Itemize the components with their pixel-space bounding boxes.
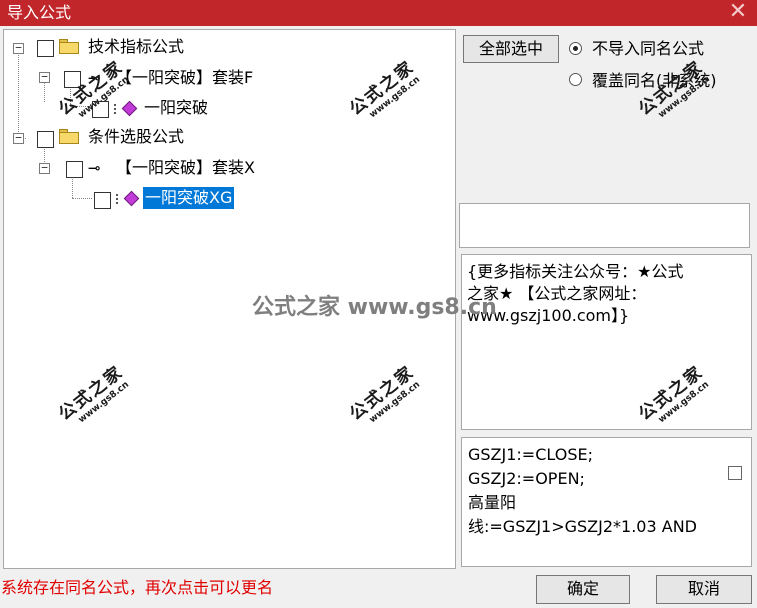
tree-node-label: 技术指标公式 xyxy=(88,37,185,56)
code-line: GSZJ2:=OPEN; xyxy=(468,469,585,488)
collapse-icon[interactable]: − xyxy=(39,71,50,83)
formula-code-box[interactable]: GSZJ1:=CLOSE; GSZJ2:=OPEN; 高量阳 线:=GSZJ1>… xyxy=(461,437,752,567)
collapse-icon[interactable]: − xyxy=(39,162,50,174)
code-line: 高量阳 xyxy=(468,493,517,512)
checkbox-suite-f[interactable] xyxy=(64,71,81,88)
dots-icon xyxy=(114,104,120,114)
tree-node-suite-x[interactable]: − ⊸ 【一阳突破】套装X xyxy=(4,156,444,182)
radio-overwrite-label[interactable]: 覆盖同名(非系统) xyxy=(592,70,717,92)
key-icon: ⊸ xyxy=(88,69,101,87)
description-box[interactable]: {更多指标关注公众号：★公式 之家★ 【公式之家网址： www.gszj100.… xyxy=(461,254,752,430)
collapse-icon[interactable]: − xyxy=(13,132,24,144)
title-bar: 导入公式 ✕ xyxy=(0,0,757,26)
tree-line xyxy=(18,50,19,138)
dots-icon xyxy=(116,194,122,204)
tree-node-label: 一阳突破 xyxy=(144,98,209,117)
collapse-icon[interactable]: − xyxy=(13,42,24,54)
checkbox-indicator-formulas[interactable] xyxy=(37,40,54,57)
formula-gem-icon xyxy=(124,192,137,205)
tree-node-yiyang-tupo-xg[interactable]: 一阳突破XG xyxy=(4,186,444,212)
radio-overwrite-duplicates[interactable] xyxy=(569,73,582,86)
cancel-button[interactable]: 取消 xyxy=(656,575,752,604)
window-title: 导入公式 xyxy=(7,3,72,22)
status-message: 系统存在同名公式，再次点击可以更名 xyxy=(1,578,274,597)
code-line: 线:=GSZJ1>GSZJ2*1.03 AND xyxy=(468,517,697,536)
description-line: {更多指标关注公众号：★公式 xyxy=(467,262,684,281)
formula-gem-icon xyxy=(122,102,135,115)
description-line: 之家★ 【公式之家网址： xyxy=(467,284,647,303)
checkbox-suite-x[interactable] xyxy=(66,161,83,178)
ok-button[interactable]: 确定 xyxy=(536,575,630,604)
radio-skip-duplicates[interactable] xyxy=(569,42,582,55)
formula-tree[interactable]: − 技术指标公式 − ⊸ 【一阳突破】套装F 一阳突破 − 条件选股公式 − ⊸… xyxy=(3,29,456,569)
radio-skip-label[interactable]: 不导入同名公式 xyxy=(592,38,704,60)
tree-node-label-selected[interactable]: 一阳突破XG xyxy=(143,187,235,209)
tree-node-suite-f[interactable]: − ⊸ 【一阳突破】套装F xyxy=(4,66,444,92)
tree-node-indicator-formulas[interactable]: − 技术指标公式 xyxy=(4,36,444,62)
select-all-button[interactable]: 全部选中 xyxy=(463,35,559,63)
code-option-checkbox[interactable] xyxy=(728,466,742,480)
tree-node-label: 【一阳突破】套装X xyxy=(116,158,255,177)
checkbox-yiyang-tupo-xg[interactable] xyxy=(94,192,111,209)
folder-icon xyxy=(59,129,79,144)
folder-icon xyxy=(59,39,79,54)
code-line: GSZJ1:=CLOSE; xyxy=(468,445,593,464)
description-line: www.gszj100.com】} xyxy=(467,306,630,325)
close-icon[interactable]: ✕ xyxy=(725,0,751,26)
key-icon: ⊸ xyxy=(88,159,101,177)
tree-node-label: 【一阳突破】套装F xyxy=(116,68,254,87)
empty-panel xyxy=(459,203,750,248)
checkbox-yiyang-tupo[interactable] xyxy=(92,101,109,118)
tree-node-stock-selection-formulas[interactable]: − 条件选股公式 xyxy=(4,126,444,152)
tree-node-yiyang-tupo[interactable]: 一阳突破 xyxy=(4,96,444,122)
tree-node-label: 条件选股公式 xyxy=(88,127,185,146)
checkbox-stock-selection-formulas[interactable] xyxy=(37,131,54,148)
